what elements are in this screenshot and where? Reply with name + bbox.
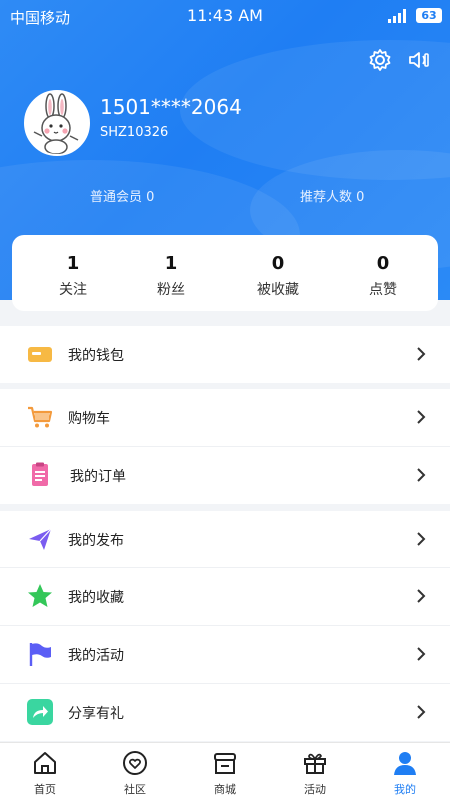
signal-icon [388, 9, 406, 23]
chevron-right-icon [417, 468, 426, 482]
cart-icon [28, 406, 53, 428]
home-icon [34, 752, 56, 774]
tab-activities[interactable]: 活动 [270, 743, 360, 800]
tab-label: 活动 [304, 783, 326, 796]
menu-item-favorites[interactable]: 我的收藏 [0, 568, 450, 625]
stat-label: 被收藏 [257, 282, 299, 298]
user-id: SHZ10326 [100, 125, 169, 140]
tab-community[interactable]: 社区 [90, 743, 180, 800]
menu-label: 我的钱包 [68, 348, 124, 364]
chevron-right-icon [417, 410, 426, 424]
chevron-right-icon [417, 532, 426, 546]
tab-store[interactable]: 商城 [180, 743, 270, 800]
stat-favorited[interactable]: 0 被收藏 [225, 235, 331, 311]
menu-item-activities[interactable]: 我的活动 [0, 626, 450, 683]
chevron-right-icon [417, 589, 426, 603]
status-bar: 中国移动 11:43 AM 63 [0, 0, 450, 32]
menu-item-cart[interactable]: 购物车 [0, 389, 450, 446]
referral-count[interactable]: 推荐人数 0 [300, 186, 364, 205]
stat-following[interactable]: 1 关注 [20, 235, 126, 311]
bottom-tab-bar: 首页 社区 商城 活动 我的 [0, 742, 450, 800]
menu-label: 我的订单 [70, 469, 126, 485]
tab-profile[interactable]: 我的 [360, 743, 450, 800]
stat-value: 0 [271, 253, 285, 274]
menu-item-orders[interactable]: 我的订单 [0, 447, 450, 504]
avatar[interactable] [24, 90, 90, 156]
chevron-right-icon [417, 705, 426, 719]
store-icon [214, 753, 236, 774]
chevron-right-icon [417, 647, 426, 661]
menu-item-wallet[interactable]: 我的钱包 [0, 326, 450, 383]
gear-icon[interactable] [367, 47, 393, 73]
menu-label: 我的发布 [68, 533, 124, 549]
tab-label: 商城 [214, 783, 236, 796]
menu-item-my-posts[interactable]: 我的发布 [0, 511, 450, 568]
member-level[interactable]: 普通会员 0 [90, 186, 154, 205]
stats-card: 1 关注 1 粉丝 0 被收藏 0 点赞 [12, 235, 438, 311]
stat-value: 1 [164, 253, 178, 274]
tab-label: 我的 [394, 783, 416, 796]
tab-home[interactable]: 首页 [0, 743, 90, 800]
menu-item-share-rewards[interactable]: 分享有礼 [0, 684, 450, 741]
menu-label: 我的收藏 [68, 590, 124, 606]
star-icon [28, 584, 52, 607]
share-icon [27, 699, 53, 725]
stat-likes[interactable]: 0 点赞 [330, 235, 436, 311]
chevron-right-icon [417, 347, 426, 361]
profile-icon [394, 752, 416, 775]
menu-label: 我的活动 [68, 648, 124, 664]
gift-icon [304, 753, 326, 774]
community-icon [123, 751, 147, 775]
paper-plane-icon [29, 528, 52, 550]
status-time: 11:43 AM [187, 6, 263, 25]
stat-label: 点赞 [369, 282, 397, 298]
stat-label: 关注 [59, 282, 87, 298]
user-phone: 1501****2064 [100, 95, 242, 119]
rabbit-avatar-icon [26, 92, 88, 154]
flag-icon [29, 643, 51, 666]
order-icon [32, 462, 48, 486]
stat-value: 0 [376, 253, 390, 274]
stat-label: 粉丝 [157, 282, 185, 298]
tab-label: 首页 [34, 783, 56, 796]
battery-indicator: 63 [416, 8, 442, 23]
wallet-icon [28, 347, 52, 362]
stat-followers[interactable]: 1 粉丝 [118, 235, 224, 311]
menu-label: 分享有礼 [68, 706, 124, 722]
speaker-icon[interactable] [405, 47, 431, 73]
menu-label: 购物车 [68, 411, 110, 427]
tab-label: 社区 [124, 783, 146, 796]
stat-value: 1 [66, 253, 80, 274]
